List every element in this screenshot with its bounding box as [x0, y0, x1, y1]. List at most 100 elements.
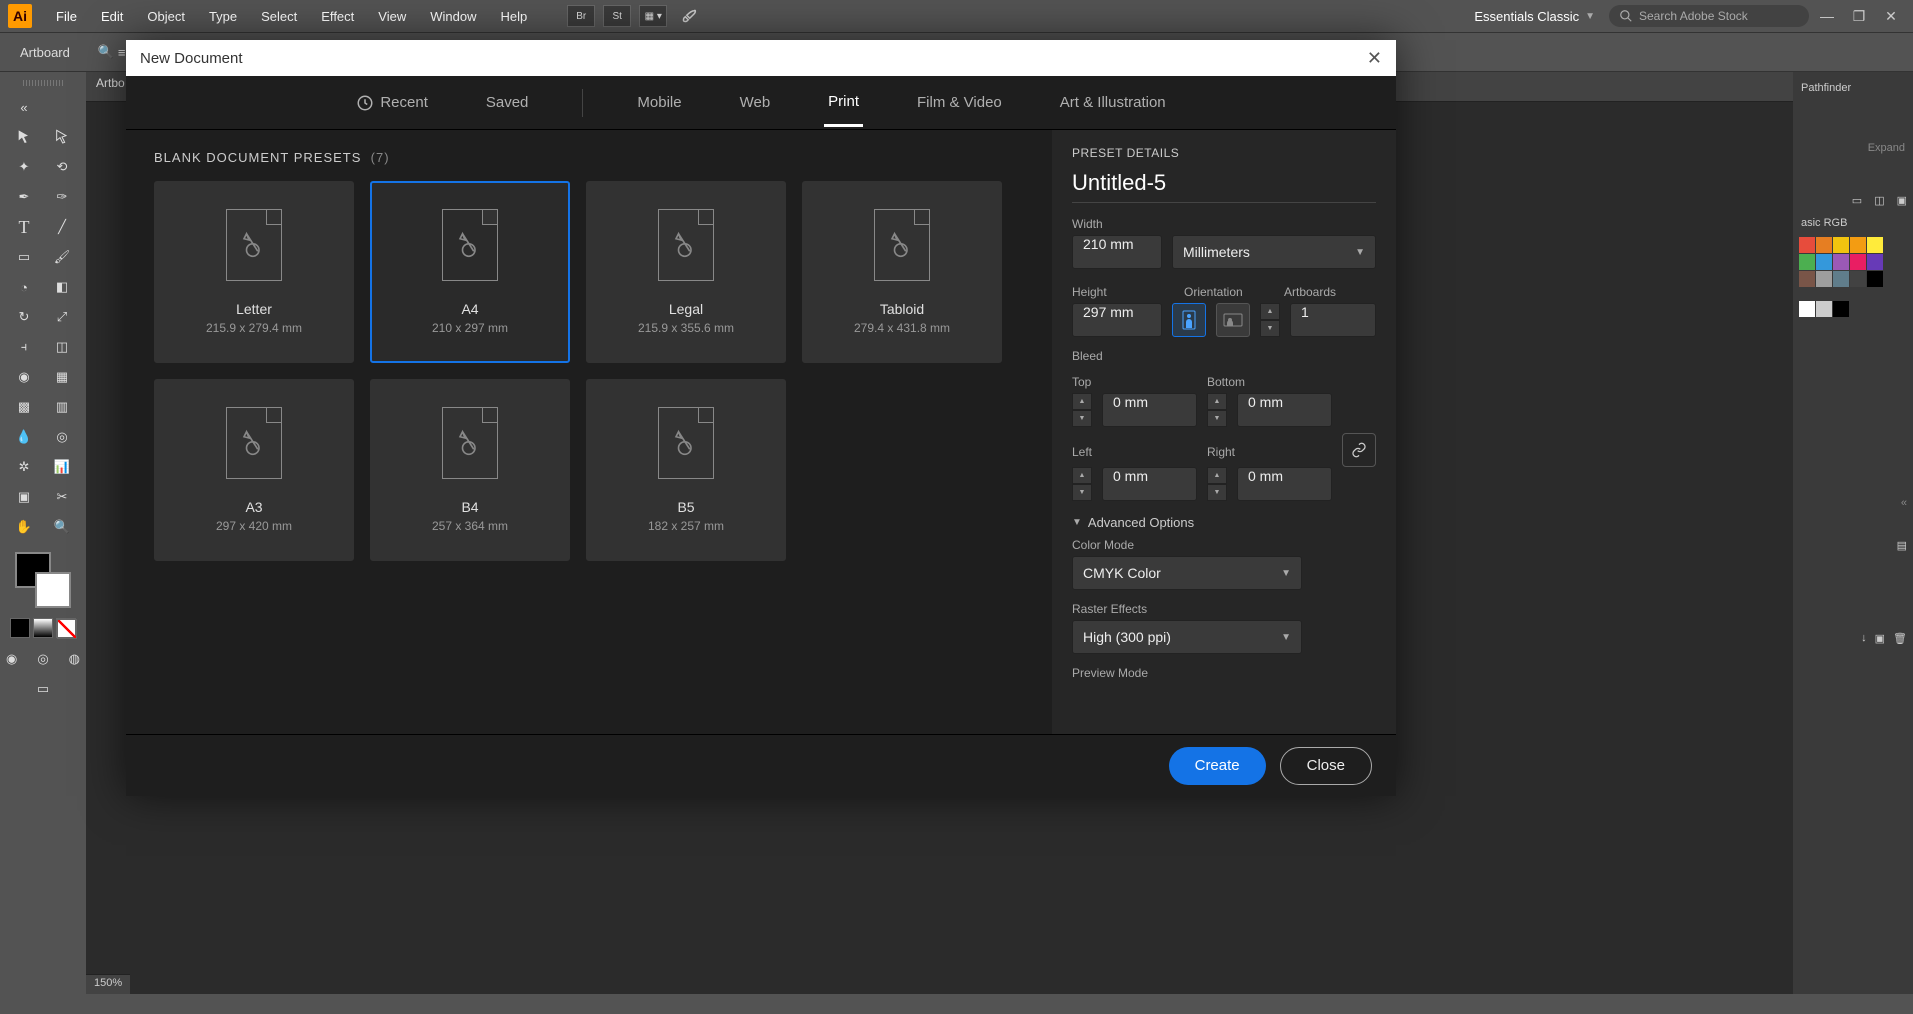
- create-button[interactable]: Create: [1169, 747, 1266, 785]
- align-icon[interactable]: ≡: [118, 45, 126, 60]
- rectangle-tool[interactable]: ▭: [9, 244, 39, 270]
- preset-letter[interactable]: Letter215.9 x 279.4 mm: [154, 181, 354, 363]
- preset-legal[interactable]: Legal215.9 x 355.6 mm: [586, 181, 786, 363]
- blend-tool[interactable]: ◎: [47, 424, 77, 450]
- swatch[interactable]: [1867, 237, 1883, 253]
- swatch[interactable]: [1850, 271, 1866, 287]
- free-transform-tool[interactable]: ◫: [47, 334, 77, 360]
- bleed-right-input[interactable]: 0 mm: [1237, 467, 1332, 501]
- eraser-tool[interactable]: ◧: [47, 274, 77, 300]
- zoom-level[interactable]: 150%: [86, 974, 130, 994]
- draw-normal[interactable]: ◉: [0, 646, 23, 672]
- close-button[interactable]: Close: [1280, 747, 1372, 785]
- preset-b4[interactable]: B4257 x 364 mm: [370, 379, 570, 561]
- bleed-left-input[interactable]: 0 mm: [1102, 467, 1197, 501]
- raster-select[interactable]: High (300 ppi)▼: [1072, 620, 1302, 654]
- tab-web[interactable]: Web: [736, 80, 775, 125]
- panel-collapse[interactable]: «: [1799, 497, 1907, 509]
- workspace-selector[interactable]: Essentials Classic▼: [1464, 5, 1605, 28]
- swatch[interactable]: [1816, 237, 1832, 253]
- artboards-stepper[interactable]: ▲▼: [1260, 303, 1280, 337]
- swatch[interactable]: [1816, 271, 1832, 287]
- dialog-close-button[interactable]: ✕: [1367, 48, 1382, 69]
- stock-icon[interactable]: St: [603, 5, 631, 27]
- search-small-icon[interactable]: 🔍: [98, 44, 118, 60]
- swatch-black[interactable]: [1833, 301, 1849, 317]
- direct-selection-tool[interactable]: [47, 124, 77, 150]
- none-mode-btn[interactable]: [56, 618, 76, 638]
- color-mode-select[interactable]: CMYK Color▼: [1072, 556, 1302, 590]
- symbol-sprayer-tool[interactable]: ✲: [9, 454, 39, 480]
- new-layer-icon[interactable]: ▣: [1875, 632, 1885, 645]
- new-sublayer-icon[interactable]: ↓: [1861, 632, 1867, 645]
- menu-type[interactable]: Type: [199, 5, 247, 28]
- line-tool[interactable]: ╱: [47, 214, 77, 240]
- preset-a3[interactable]: A3297 x 420 mm: [154, 379, 354, 561]
- artboards-input[interactable]: 1: [1290, 303, 1376, 337]
- screen-mode[interactable]: ▭: [28, 676, 58, 702]
- rocket-icon[interactable]: [675, 5, 703, 27]
- bleed-top-stepper[interactable]: ▲▼: [1072, 393, 1092, 427]
- menu-select[interactable]: Select: [251, 5, 307, 28]
- swatch[interactable]: [1833, 254, 1849, 270]
- layer-icon[interactable]: ▤: [1799, 539, 1907, 552]
- swatch[interactable]: [1799, 237, 1815, 253]
- collapse-icon[interactable]: «: [9, 94, 39, 120]
- delete-layer-icon[interactable]: 🗑: [1893, 632, 1907, 645]
- swatch[interactable]: [1867, 271, 1883, 287]
- menu-file[interactable]: File: [46, 5, 87, 28]
- swatch[interactable]: [1799, 271, 1815, 287]
- tab-print[interactable]: Print: [824, 79, 863, 127]
- swatch[interactable]: [1799, 254, 1815, 270]
- gradient-mode-btn[interactable]: [33, 618, 53, 638]
- bleed-top-input[interactable]: 0 mm: [1102, 393, 1197, 427]
- curvature-tool[interactable]: ✑: [47, 184, 77, 210]
- maximize-button[interactable]: ❐: [1845, 6, 1873, 26]
- swatch-gray[interactable]: [1816, 301, 1832, 317]
- color-mode-btn[interactable]: [10, 618, 30, 638]
- height-input[interactable]: 297 mm: [1072, 303, 1162, 337]
- bleed-left-stepper[interactable]: ▲▼: [1072, 467, 1092, 501]
- swatch[interactable]: [1850, 237, 1866, 253]
- graph-tool[interactable]: 📊: [47, 454, 77, 480]
- selection-tool[interactable]: [9, 124, 39, 150]
- bridge-icon[interactable]: Br: [567, 5, 595, 27]
- document-name-field[interactable]: Untitled-5: [1072, 170, 1376, 203]
- swatch-white[interactable]: [1799, 301, 1815, 317]
- orientation-landscape[interactable]: [1216, 303, 1250, 337]
- menu-effect[interactable]: Effect: [311, 5, 364, 28]
- tab-mobile[interactable]: Mobile: [633, 80, 685, 125]
- tab-saved[interactable]: Saved: [482, 80, 533, 125]
- orientation-portrait[interactable]: [1172, 303, 1206, 337]
- paintbrush-tool[interactable]: 🖌: [47, 244, 77, 270]
- swatches-label[interactable]: asic RGB: [1799, 213, 1907, 233]
- eyedropper-tool[interactable]: 💧: [9, 424, 39, 450]
- menu-view[interactable]: View: [368, 5, 416, 28]
- bleed-link-toggle[interactable]: [1342, 433, 1376, 467]
- draw-behind[interactable]: ◎: [31, 646, 54, 672]
- mesh-tool[interactable]: ▩: [9, 394, 39, 420]
- tab-film-video[interactable]: Film & Video: [913, 80, 1006, 125]
- pen-tool[interactable]: ✒: [9, 184, 39, 210]
- width-tool[interactable]: ⫞: [9, 334, 39, 360]
- swatch[interactable]: [1833, 271, 1849, 287]
- search-input[interactable]: Search Adobe Stock: [1609, 5, 1809, 27]
- perspective-tool[interactable]: ▦: [47, 364, 77, 390]
- close-window-button[interactable]: ✕: [1877, 6, 1905, 26]
- magic-wand-tool[interactable]: ✦: [9, 154, 39, 180]
- width-input[interactable]: 210 mm: [1072, 235, 1162, 269]
- scale-tool[interactable]: ⤢: [47, 304, 77, 330]
- shaper-tool[interactable]: ◔: [9, 274, 39, 300]
- panel-grip[interactable]: [23, 80, 63, 86]
- swatch[interactable]: [1816, 254, 1832, 270]
- hand-tool[interactable]: ✋: [9, 514, 39, 540]
- menu-window[interactable]: Window: [420, 5, 486, 28]
- preset-a4[interactable]: A4210 x 297 mm: [370, 181, 570, 363]
- preset-b5[interactable]: B5182 x 257 mm: [586, 379, 786, 561]
- artboard-tool[interactable]: ▣: [9, 484, 39, 510]
- tab-art-illustration[interactable]: Art & Illustration: [1056, 80, 1170, 125]
- gradient-tool[interactable]: ▥: [47, 394, 77, 420]
- swatch[interactable]: [1850, 254, 1866, 270]
- rotate-tool[interactable]: ↻: [9, 304, 39, 330]
- advanced-options-toggle[interactable]: ▼Advanced Options: [1072, 515, 1376, 530]
